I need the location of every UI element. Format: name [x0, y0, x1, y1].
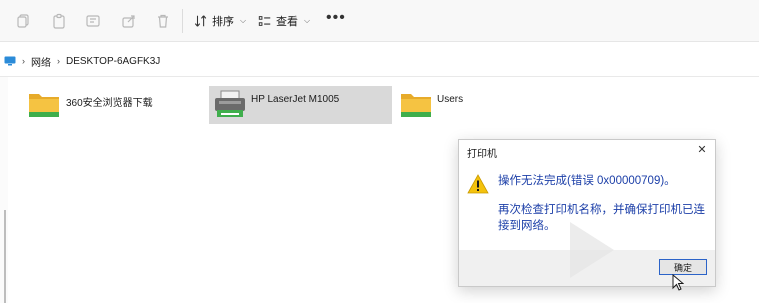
view-label: 查看 [276, 16, 298, 28]
mouse-cursor-icon [672, 274, 684, 291]
item-label: HP LaserJet M1005 [251, 94, 340, 105]
view-icon [258, 16, 271, 26]
command-bar: 排序 ⌵ 查看 ⌵ ••• [0, 0, 759, 42]
navigation-scrollbar[interactable] [4, 210, 6, 303]
dialog-title: 打印机 [467, 149, 497, 160]
more-options-button[interactable]: ••• [326, 9, 346, 27]
chevron-right-icon: › [22, 56, 25, 66]
printer-icon [215, 90, 245, 117]
warning-icon [467, 174, 489, 194]
sort-label: 排序 [212, 16, 234, 28]
close-icon[interactable]: ✕ [695, 143, 709, 157]
list-item-browser-download-folder[interactable]: 360安全浏览器下载 [26, 86, 198, 124]
ok-button[interactable]: 确定 [659, 259, 707, 275]
address-bar[interactable]: › 网络 › DESKTOP-6AGFK3J [0, 52, 759, 70]
view-button[interactable]: 查看 ⌵ [258, 9, 310, 33]
chevron-right-icon: › [57, 56, 60, 66]
computer-icon [4, 56, 16, 66]
list-item-users-folder[interactable]: Users [398, 86, 498, 124]
sort-icon [194, 15, 207, 27]
paste-icon[interactable] [50, 12, 68, 30]
divider [0, 76, 759, 77]
chevron-down-icon: ⌵ [304, 16, 311, 25]
play-icon [570, 222, 614, 278]
item-label: 360安全浏览器下载 [66, 98, 153, 109]
breadcrumb-computer[interactable]: DESKTOP-6AGFK3J [66, 56, 160, 67]
breadcrumb-network[interactable]: 网络 [31, 54, 51, 69]
folder-icon [401, 94, 431, 117]
rename-icon[interactable] [84, 12, 102, 30]
toolbar-divider [182, 9, 183, 33]
sort-button[interactable]: 排序 ⌵ [194, 9, 246, 33]
error-message: 操作无法完成(错误 0x00000709)。 [498, 175, 676, 187]
list-item-printer[interactable]: HP LaserJet M1005 [209, 86, 392, 124]
copy-icon[interactable] [14, 12, 32, 30]
delete-icon[interactable] [154, 12, 172, 30]
item-label: Users [437, 94, 464, 105]
folder-icon [29, 94, 59, 117]
share-icon[interactable] [120, 12, 138, 30]
chevron-down-icon: ⌵ [240, 16, 247, 25]
